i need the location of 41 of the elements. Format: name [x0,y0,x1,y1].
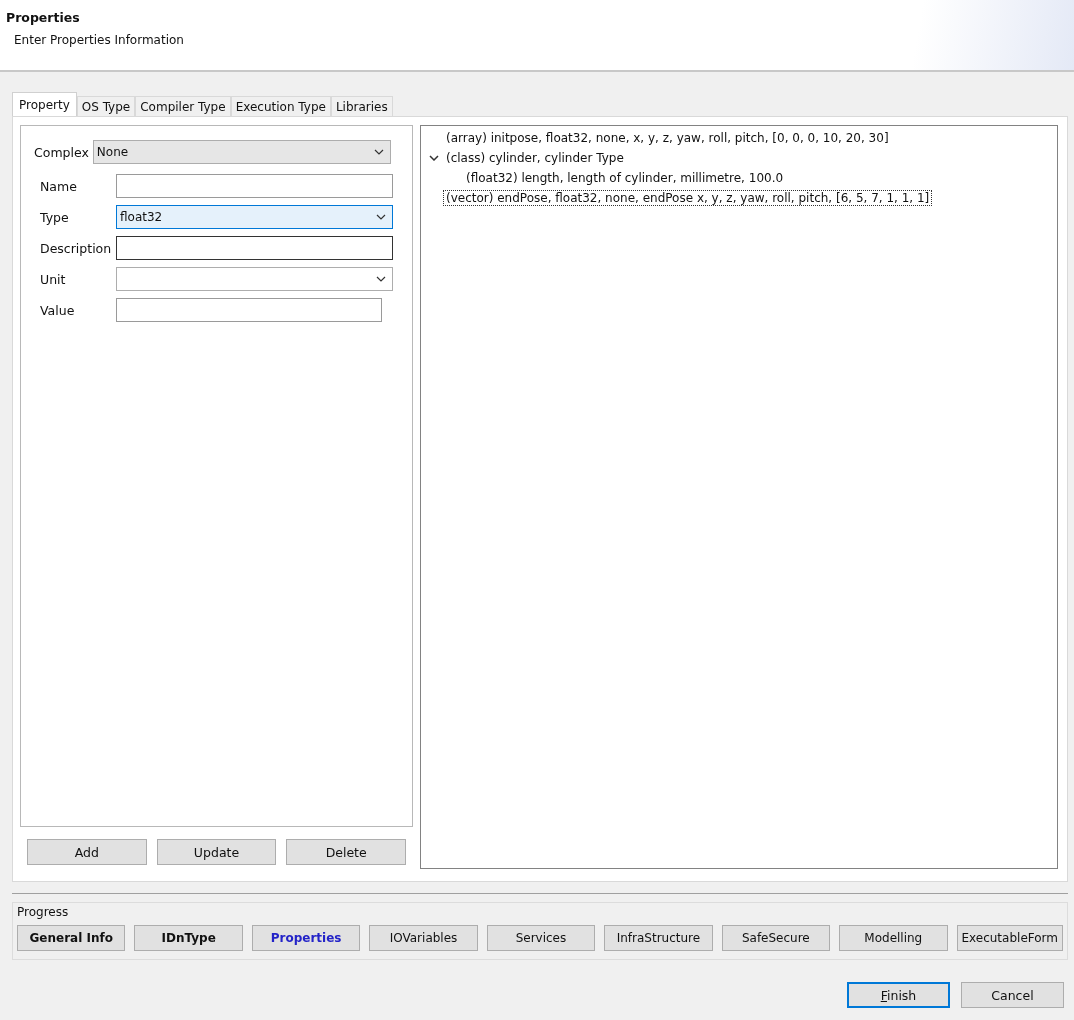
tree-item[interactable]: (class) cylinder, cylinder Type [443,150,627,166]
group-label: Progress [17,905,69,919]
tab[interactable]: Libraries [330,96,393,116]
input-field[interactable] [116,236,393,260]
field-label: Value [40,302,76,318]
field-label: Complex [34,144,89,160]
field-label: Name [40,178,78,194]
type-dropdown[interactable]: float32 [116,205,393,229]
progress-step-button[interactable]: Services [486,925,596,951]
tab[interactable]: Execution Type [230,96,331,116]
progress-step-button[interactable]: General Info [17,925,126,951]
tree-item[interactable]: (vector) endPose, float32, none, endPose x, y, z, yaw, roll, pitch, [6, 5, 7, 1, 1, 1] [443,190,933,206]
progress-step-button[interactable]: InfraStructure [604,925,713,951]
form-button[interactable]: Delete [286,839,406,865]
expand-chevron-icon[interactable] [429,155,439,161]
chevron-down-icon [376,276,386,282]
tab[interactable]: Property [12,92,77,116]
chevron-down-icon [376,214,386,220]
field-label: Type [40,209,70,225]
form-button[interactable]: Add [27,839,147,865]
progress-step-button[interactable]: IDnType [134,925,243,951]
complex-dropdown[interactable]: None [92,140,391,164]
page-title: Properties [6,10,80,25]
input-field[interactable] [116,298,382,322]
progress-step-button[interactable]: IOVariables [369,925,478,951]
tree-item[interactable]: (array) initpose, float32, none, x, y, z, yaw, roll, pitch, [0, 0, 0, 10, 20, 30] [443,130,892,146]
progress-step-button[interactable]: SafeSecure [721,925,831,951]
tree-item[interactable]: (float32) length, length of cylinder, millimetre, 100.0 [463,170,787,186]
tab[interactable]: OS Type [76,96,136,116]
progress-step-button[interactable]: ExecutableForm [956,925,1063,951]
finish-button[interactable]: Finish [847,982,950,1008]
form-button[interactable]: Update [156,839,277,865]
input-field[interactable] [116,174,393,198]
progress-step-button[interactable]: Modelling [839,925,948,951]
tab[interactable]: Compiler Type [135,96,231,116]
chevron-down-icon [373,149,384,155]
field-label: Unit [40,271,67,287]
cancel-button[interactable]: Cancel [961,982,1064,1008]
progress-step-button[interactable]: Properties [251,925,361,951]
field-label: Description [40,240,113,256]
page-subtitle: Enter Properties Information [14,33,185,47]
